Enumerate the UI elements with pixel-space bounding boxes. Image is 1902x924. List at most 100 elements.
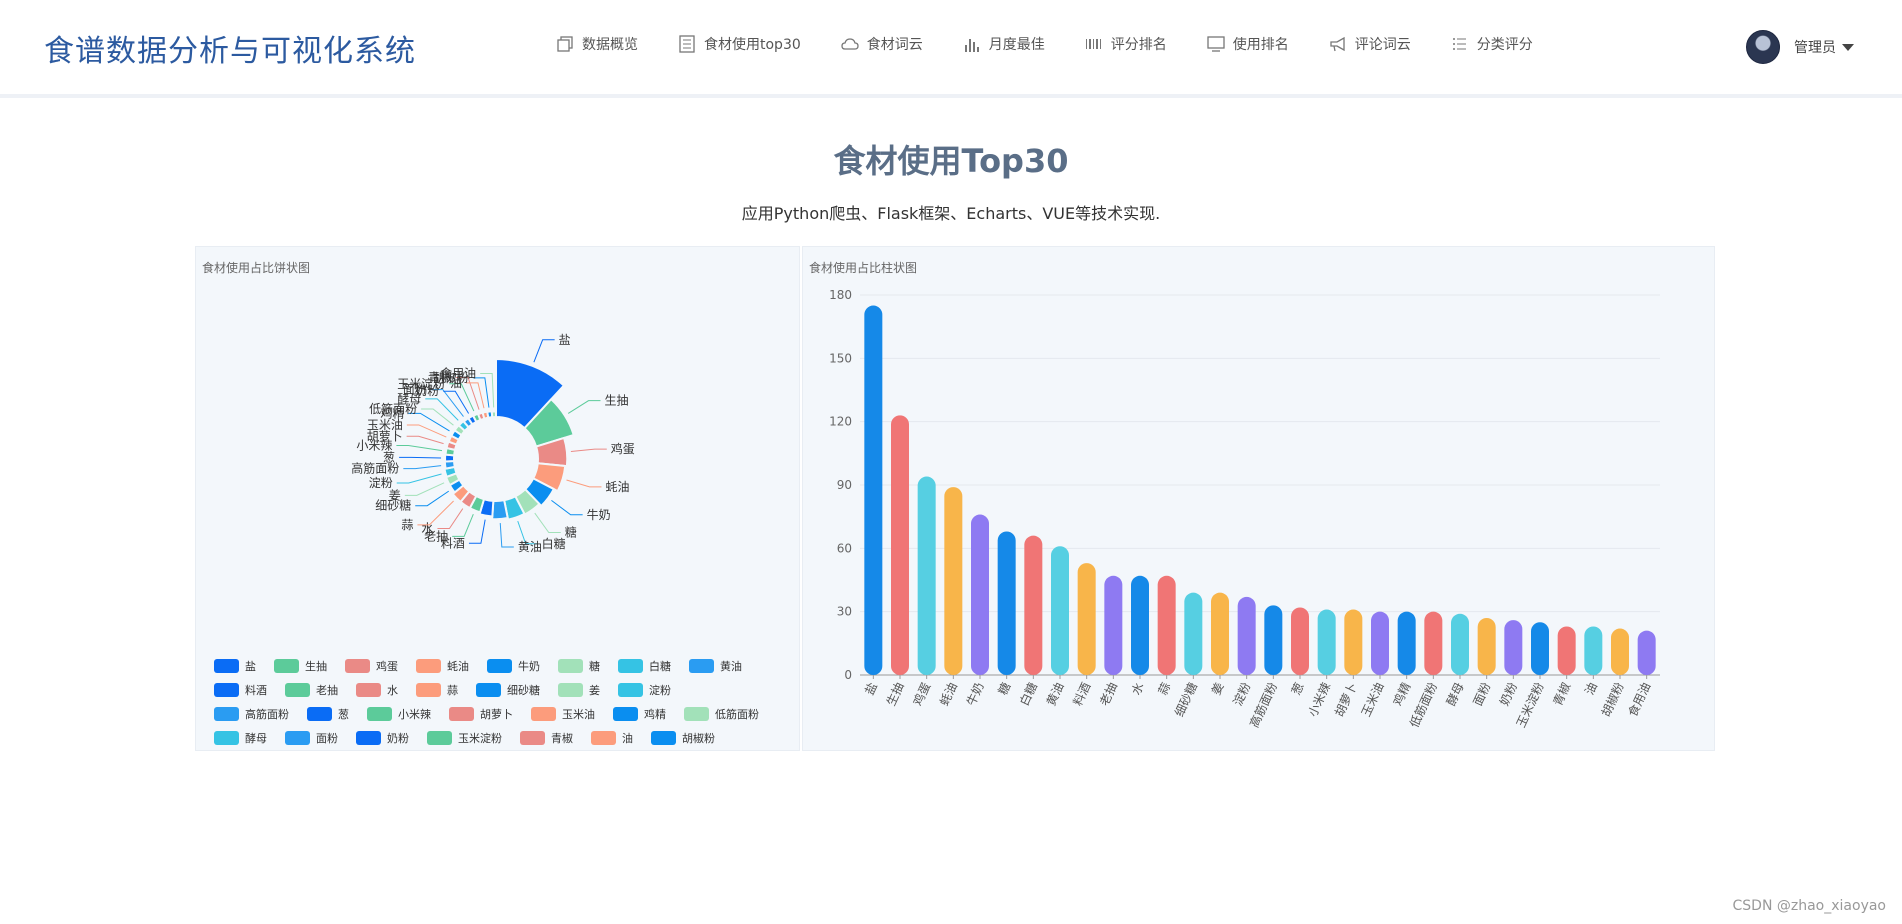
bar[interactable] bbox=[1051, 546, 1069, 675]
bar[interactable] bbox=[1264, 605, 1283, 675]
nav-item-comment-cloud[interactable]: 评论词云 bbox=[1329, 34, 1411, 54]
legend-swatch[interactable] bbox=[416, 683, 441, 697]
legend-label[interactable]: 鸡精 bbox=[644, 707, 666, 721]
bar[interactable] bbox=[1291, 607, 1309, 675]
pie-slice[interactable] bbox=[490, 410, 497, 419]
bar[interactable] bbox=[1557, 626, 1576, 675]
legend-label[interactable]: 细砂糖 bbox=[507, 683, 540, 697]
legend-label[interactable]: 鸡蛋 bbox=[376, 659, 398, 673]
legend-label[interactable]: 玉米油 bbox=[562, 707, 595, 721]
nav-item-overview[interactable]: 数据概览 bbox=[556, 34, 638, 54]
legend-label[interactable]: 老抽 bbox=[316, 683, 338, 697]
bar[interactable] bbox=[864, 305, 883, 675]
legend-label[interactable]: 姜 bbox=[589, 683, 600, 697]
bar[interactable] bbox=[1477, 618, 1496, 675]
caret-down-icon[interactable] bbox=[1842, 43, 1854, 51]
legend-label[interactable]: 奶粉 bbox=[387, 731, 409, 745]
bar[interactable] bbox=[891, 415, 909, 675]
bar[interactable] bbox=[1451, 613, 1469, 675]
legend-swatch[interactable] bbox=[214, 707, 239, 721]
legend-swatch[interactable] bbox=[356, 731, 381, 745]
legend-label[interactable]: 牛奶 bbox=[518, 659, 540, 673]
legend-label[interactable]: 蒜 bbox=[447, 684, 458, 697]
bar-chart[interactable]: 0 30 60 90 120 150 180 盐 生抽 鸡蛋 蚝油 牛奶糖白糖 黄油 料酒 老抽水蒜细砂糖姜… bbox=[803, 247, 1716, 752]
bar[interactable] bbox=[1131, 575, 1149, 675]
legend-label[interactable]: 淀粉 bbox=[649, 683, 671, 697]
legend-label[interactable]: 高筋面粉 bbox=[245, 707, 289, 721]
legend-label[interactable]: 面粉 bbox=[316, 732, 338, 745]
legend-swatch[interactable] bbox=[651, 731, 676, 745]
legend-swatch[interactable] bbox=[449, 707, 474, 721]
bar[interactable] bbox=[1211, 592, 1229, 675]
legend-swatch[interactable] bbox=[285, 731, 310, 745]
legend-swatch[interactable] bbox=[591, 731, 616, 745]
legend-swatch[interactable] bbox=[274, 659, 299, 673]
legend-swatch[interactable] bbox=[618, 683, 643, 697]
pie-slice[interactable] bbox=[491, 499, 509, 521]
legend-swatch[interactable] bbox=[558, 683, 583, 697]
legend-swatch[interactable] bbox=[345, 659, 370, 673]
legend-label[interactable]: 白糖 bbox=[649, 659, 671, 673]
bar[interactable] bbox=[997, 531, 1016, 675]
legend-label[interactable]: 小米辣 bbox=[398, 707, 431, 721]
legend-label[interactable]: 酵母 bbox=[245, 732, 267, 745]
legend-swatch[interactable] bbox=[520, 731, 545, 745]
user-name[interactable]: 管理员 bbox=[1794, 37, 1836, 57]
nav-item-ingredient-cloud[interactable]: 食材词云 bbox=[841, 34, 923, 54]
bar[interactable] bbox=[1237, 596, 1256, 675]
legend-label[interactable]: 胡椒粉 bbox=[682, 731, 715, 745]
bar[interactable] bbox=[971, 514, 989, 675]
legend-label[interactable]: 蚝油 bbox=[447, 659, 469, 673]
legend-swatch[interactable] bbox=[689, 659, 714, 673]
legend-swatch[interactable] bbox=[307, 707, 332, 721]
bar[interactable] bbox=[1184, 592, 1203, 675]
legend-swatch[interactable] bbox=[618, 659, 643, 673]
legend-swatch[interactable] bbox=[367, 707, 392, 721]
user-menu[interactable]: 管理员 bbox=[1746, 30, 1854, 64]
bar[interactable] bbox=[1424, 611, 1443, 675]
legend-swatch[interactable] bbox=[531, 707, 556, 721]
legend-swatch[interactable] bbox=[416, 659, 441, 673]
bar[interactable] bbox=[944, 487, 963, 675]
bar[interactable] bbox=[1637, 630, 1656, 675]
legend-label[interactable]: 玉米淀粉 bbox=[458, 731, 502, 745]
nav-item-rating-rank[interactable]: 评分排名 bbox=[1085, 34, 1167, 54]
legend-swatch[interactable] bbox=[476, 683, 501, 697]
bar[interactable] bbox=[1104, 575, 1123, 675]
legend-label[interactable]: 油 bbox=[622, 731, 633, 745]
legend-label[interactable]: 胡萝卜 bbox=[480, 707, 513, 721]
nav-item-usage-rank[interactable]: 使用排名 bbox=[1207, 34, 1289, 54]
legend-label[interactable]: 盐 bbox=[245, 660, 256, 673]
legend-label[interactable]: 低筋面粉 bbox=[715, 707, 759, 721]
bar[interactable] bbox=[1317, 609, 1336, 675]
legend-swatch[interactable] bbox=[214, 683, 239, 697]
bar[interactable] bbox=[1531, 622, 1549, 675]
bar[interactable] bbox=[1584, 626, 1603, 675]
legend-label[interactable]: 糖 bbox=[589, 659, 600, 673]
legend-label[interactable]: 葱 bbox=[338, 708, 349, 721]
legend-swatch[interactable] bbox=[427, 731, 452, 745]
bar[interactable] bbox=[1024, 535, 1043, 675]
legend-swatch[interactable] bbox=[613, 707, 638, 721]
legend-label[interactable]: 青椒 bbox=[551, 731, 573, 745]
legend-swatch[interactable] bbox=[558, 659, 583, 673]
pie-chart[interactable]: 盐生抽鸡蛋蚝油牛奶糖白糖黄油料酒老抽水蒜细砂糖姜淀粉高筋面粉葱小米辣胡萝卜玉米油… bbox=[196, 247, 801, 752]
bar[interactable] bbox=[917, 476, 936, 675]
legend-label[interactable]: 生抽 bbox=[305, 659, 327, 673]
legend-swatch[interactable] bbox=[285, 683, 310, 697]
legend-swatch[interactable] bbox=[356, 683, 381, 697]
nav-item-top30[interactable]: 食材使用top30 bbox=[678, 34, 801, 54]
bar[interactable] bbox=[1397, 611, 1416, 675]
nav-item-category-rating[interactable]: 分类评分 bbox=[1451, 34, 1533, 54]
bar[interactable] bbox=[1157, 575, 1176, 675]
bar[interactable] bbox=[1504, 620, 1523, 675]
avatar[interactable] bbox=[1746, 30, 1780, 64]
legend-label[interactable]: 黄油 bbox=[720, 659, 742, 673]
legend-swatch[interactable] bbox=[214, 731, 239, 745]
legend-swatch[interactable] bbox=[214, 659, 239, 673]
bar[interactable] bbox=[1371, 611, 1389, 675]
legend-label[interactable]: 水 bbox=[387, 684, 398, 697]
app-title[interactable]: 食谱数据分析与可视化系统 bbox=[44, 26, 416, 70]
legend-swatch[interactable] bbox=[487, 659, 512, 673]
bar[interactable] bbox=[1077, 563, 1096, 675]
